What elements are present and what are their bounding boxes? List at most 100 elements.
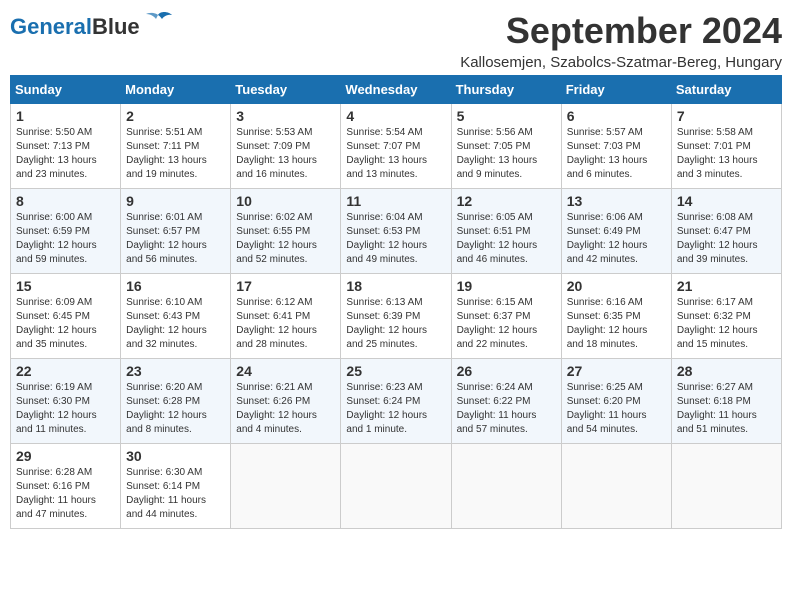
month-title: September 2024: [460, 10, 782, 52]
calendar-cell: 23 Sunrise: 6:20 AMSunset: 6:28 PMDaylig…: [121, 359, 231, 444]
day-info: Sunrise: 6:12 AMSunset: 6:41 PMDaylight:…: [236, 297, 317, 350]
day-info: Sunrise: 5:54 AMSunset: 7:07 PMDaylight:…: [346, 127, 427, 180]
day-number: 11: [346, 193, 445, 209]
day-number: 5: [457, 108, 556, 124]
day-info: Sunrise: 6:02 AMSunset: 6:55 PMDaylight:…: [236, 212, 317, 265]
calendar-cell: [671, 444, 781, 529]
title-block: September 2024 Kallosemjen, Szabolcs-Sza…: [460, 10, 782, 71]
day-info: Sunrise: 6:23 AMSunset: 6:24 PMDaylight:…: [346, 382, 427, 435]
calendar-header-row: SundayMondayTuesdayWednesdayThursdayFrid…: [11, 76, 782, 104]
day-number: 28: [677, 363, 776, 379]
calendar-week-row: 29 Sunrise: 6:28 AMSunset: 6:16 PMDaylig…: [11, 444, 782, 529]
day-info: Sunrise: 6:19 AMSunset: 6:30 PMDaylight:…: [16, 382, 97, 435]
calendar-cell: 21 Sunrise: 6:17 AMSunset: 6:32 PMDaylig…: [671, 274, 781, 359]
day-info: Sunrise: 5:56 AMSunset: 7:05 PMDaylight:…: [457, 127, 538, 180]
calendar-cell: 17 Sunrise: 6:12 AMSunset: 6:41 PMDaylig…: [231, 274, 341, 359]
day-info: Sunrise: 5:53 AMSunset: 7:09 PMDaylight:…: [236, 127, 317, 180]
day-number: 19: [457, 278, 556, 294]
day-info: Sunrise: 6:20 AMSunset: 6:28 PMDaylight:…: [126, 382, 207, 435]
calendar-week-row: 15 Sunrise: 6:09 AMSunset: 6:45 PMDaylig…: [11, 274, 782, 359]
logo-bird-icon: [142, 11, 174, 33]
calendar-cell: 26 Sunrise: 6:24 AMSunset: 6:22 PMDaylig…: [451, 359, 561, 444]
day-of-week-header: Wednesday: [341, 76, 451, 104]
calendar-cell: 24 Sunrise: 6:21 AMSunset: 6:26 PMDaylig…: [231, 359, 341, 444]
calendar-cell: 9 Sunrise: 6:01 AMSunset: 6:57 PMDayligh…: [121, 189, 231, 274]
calendar-cell: 29 Sunrise: 6:28 AMSunset: 6:16 PMDaylig…: [11, 444, 121, 529]
calendar-cell: 4 Sunrise: 5:54 AMSunset: 7:07 PMDayligh…: [341, 104, 451, 189]
day-number: 14: [677, 193, 776, 209]
day-number: 22: [16, 363, 115, 379]
day-number: 16: [126, 278, 225, 294]
calendar-cell: 27 Sunrise: 6:25 AMSunset: 6:20 PMDaylig…: [561, 359, 671, 444]
calendar-cell: 7 Sunrise: 5:58 AMSunset: 7:01 PMDayligh…: [671, 104, 781, 189]
day-info: Sunrise: 5:51 AMSunset: 7:11 PMDaylight:…: [126, 127, 207, 180]
calendar-cell: [231, 444, 341, 529]
day-info: Sunrise: 6:30 AMSunset: 6:14 PMDaylight:…: [126, 467, 206, 520]
location-subtitle: Kallosemjen, Szabolcs-Szatmar-Bereg, Hun…: [460, 54, 782, 71]
logo-text: GeneralBlue: [10, 14, 140, 40]
day-number: 9: [126, 193, 225, 209]
calendar-cell: 12 Sunrise: 6:05 AMSunset: 6:51 PMDaylig…: [451, 189, 561, 274]
calendar-cell: 25 Sunrise: 6:23 AMSunset: 6:24 PMDaylig…: [341, 359, 451, 444]
day-number: 20: [567, 278, 666, 294]
day-number: 15: [16, 278, 115, 294]
day-number: 3: [236, 108, 335, 124]
day-number: 27: [567, 363, 666, 379]
day-number: 30: [126, 448, 225, 464]
calendar-cell: [561, 444, 671, 529]
day-of-week-header: Monday: [121, 76, 231, 104]
calendar-cell: 3 Sunrise: 5:53 AMSunset: 7:09 PMDayligh…: [231, 104, 341, 189]
day-number: 10: [236, 193, 335, 209]
calendar-cell: 14 Sunrise: 6:08 AMSunset: 6:47 PMDaylig…: [671, 189, 781, 274]
day-number: 13: [567, 193, 666, 209]
calendar-cell: [451, 444, 561, 529]
day-number: 21: [677, 278, 776, 294]
day-of-week-header: Thursday: [451, 76, 561, 104]
calendar-week-row: 22 Sunrise: 6:19 AMSunset: 6:30 PMDaylig…: [11, 359, 782, 444]
day-info: Sunrise: 5:57 AMSunset: 7:03 PMDaylight:…: [567, 127, 648, 180]
day-info: Sunrise: 6:16 AMSunset: 6:35 PMDaylight:…: [567, 297, 648, 350]
calendar-cell: [341, 444, 451, 529]
day-of-week-header: Saturday: [671, 76, 781, 104]
day-info: Sunrise: 6:00 AMSunset: 6:59 PMDaylight:…: [16, 212, 97, 265]
day-number: 6: [567, 108, 666, 124]
calendar-table: SundayMondayTuesdayWednesdayThursdayFrid…: [10, 75, 782, 529]
calendar-cell: 20 Sunrise: 6:16 AMSunset: 6:35 PMDaylig…: [561, 274, 671, 359]
day-number: 2: [126, 108, 225, 124]
day-number: 24: [236, 363, 335, 379]
day-number: 12: [457, 193, 556, 209]
day-number: 29: [16, 448, 115, 464]
day-info: Sunrise: 6:09 AMSunset: 6:45 PMDaylight:…: [16, 297, 97, 350]
calendar-cell: 13 Sunrise: 6:06 AMSunset: 6:49 PMDaylig…: [561, 189, 671, 274]
day-info: Sunrise: 6:27 AMSunset: 6:18 PMDaylight:…: [677, 382, 757, 435]
day-number: 8: [16, 193, 115, 209]
day-info: Sunrise: 6:13 AMSunset: 6:39 PMDaylight:…: [346, 297, 427, 350]
day-info: Sunrise: 6:21 AMSunset: 6:26 PMDaylight:…: [236, 382, 317, 435]
page-header: GeneralBlue September 2024 Kallosemjen, …: [10, 10, 782, 71]
calendar-week-row: 1 Sunrise: 5:50 AMSunset: 7:13 PMDayligh…: [11, 104, 782, 189]
day-number: 17: [236, 278, 335, 294]
calendar-cell: 6 Sunrise: 5:57 AMSunset: 7:03 PMDayligh…: [561, 104, 671, 189]
calendar-week-row: 8 Sunrise: 6:00 AMSunset: 6:59 PMDayligh…: [11, 189, 782, 274]
calendar-cell: 11 Sunrise: 6:04 AMSunset: 6:53 PMDaylig…: [341, 189, 451, 274]
day-info: Sunrise: 6:25 AMSunset: 6:20 PMDaylight:…: [567, 382, 647, 435]
day-number: 18: [346, 278, 445, 294]
calendar-cell: 2 Sunrise: 5:51 AMSunset: 7:11 PMDayligh…: [121, 104, 231, 189]
logo: GeneralBlue: [10, 14, 174, 40]
day-of-week-header: Sunday: [11, 76, 121, 104]
day-info: Sunrise: 6:05 AMSunset: 6:51 PMDaylight:…: [457, 212, 538, 265]
day-info: Sunrise: 6:08 AMSunset: 6:47 PMDaylight:…: [677, 212, 758, 265]
day-of-week-header: Friday: [561, 76, 671, 104]
day-of-week-header: Tuesday: [231, 76, 341, 104]
day-info: Sunrise: 6:17 AMSunset: 6:32 PMDaylight:…: [677, 297, 758, 350]
day-info: Sunrise: 6:15 AMSunset: 6:37 PMDaylight:…: [457, 297, 538, 350]
day-info: Sunrise: 6:28 AMSunset: 6:16 PMDaylight:…: [16, 467, 96, 520]
day-number: 4: [346, 108, 445, 124]
day-info: Sunrise: 5:58 AMSunset: 7:01 PMDaylight:…: [677, 127, 758, 180]
day-info: Sunrise: 6:10 AMSunset: 6:43 PMDaylight:…: [126, 297, 207, 350]
day-number: 25: [346, 363, 445, 379]
day-info: Sunrise: 6:06 AMSunset: 6:49 PMDaylight:…: [567, 212, 648, 265]
day-info: Sunrise: 5:50 AMSunset: 7:13 PMDaylight:…: [16, 127, 97, 180]
calendar-cell: 18 Sunrise: 6:13 AMSunset: 6:39 PMDaylig…: [341, 274, 451, 359]
day-info: Sunrise: 6:24 AMSunset: 6:22 PMDaylight:…: [457, 382, 537, 435]
